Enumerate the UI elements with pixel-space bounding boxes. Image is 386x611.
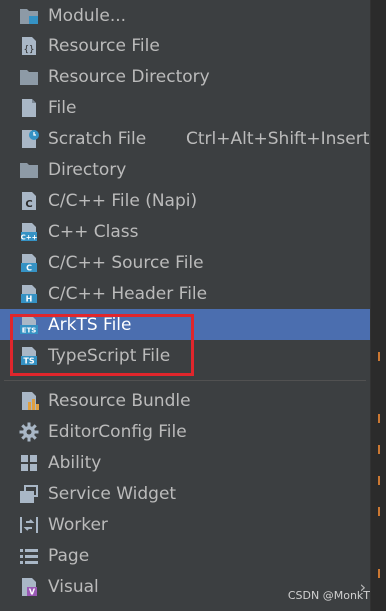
gutter-marker [378, 414, 380, 423]
menu-item-resource-file[interactable]: {} Resource File [0, 30, 370, 61]
menu-item-cpp-class[interactable]: C++ C++ Class [0, 216, 370, 247]
gutter-marker [378, 445, 380, 454]
menu-item-resource-directory[interactable]: Resource Directory [0, 61, 370, 92]
module-folder-icon [18, 5, 40, 27]
menu-item-page[interactable]: Page [0, 540, 370, 571]
menu-item-label: EditorConfig File [48, 421, 187, 442]
menu-item-ability[interactable]: Ability [0, 447, 370, 478]
service-widget-icon [18, 483, 40, 505]
gutter-marker [378, 352, 380, 361]
resource-file-icon: {} [18, 35, 40, 57]
folder-icon [18, 159, 40, 181]
menu-item-label: C/C++ File (Napi) [48, 190, 198, 211]
ability-grid-icon [18, 452, 40, 474]
scratch-file-icon [18, 128, 40, 150]
menu-item-label: File [48, 97, 77, 118]
menu-item-label: Ability [48, 452, 102, 473]
menu-item-label: Resource File [48, 35, 160, 56]
visual-file-icon: V [18, 576, 40, 598]
gutter-marker [378, 507, 380, 516]
menu-item-file[interactable]: File [0, 92, 370, 123]
menu-item-editorconfig-file[interactable]: EditorConfig File [0, 416, 370, 447]
menu-item-label: TypeScript File [48, 345, 171, 366]
menu-item-label: Service Widget [48, 483, 177, 504]
folder-icon [18, 66, 40, 88]
menu-item-label: Resource Bundle [48, 390, 191, 411]
menu-item-scratch-file[interactable]: Scratch File Ctrl+Alt+Shift+Insert [0, 123, 370, 154]
menu-item-label: Page [48, 545, 90, 566]
menu-item-directory[interactable]: Directory [0, 154, 370, 185]
shortcut-label: Ctrl+Alt+Shift+Insert [186, 128, 370, 149]
ets-file-icon: ETS [18, 314, 40, 336]
menu-item-label: Resource Directory [48, 66, 210, 87]
menu-item-label: Worker [48, 514, 108, 535]
resource-bundle-icon [18, 390, 40, 412]
svg-text:C: C [25, 199, 32, 210]
svg-text:H: H [26, 294, 33, 303]
svg-text:C: C [26, 263, 32, 272]
svg-text:V: V [29, 587, 36, 596]
menu-item-label: C/C++ Header File [48, 283, 208, 304]
menu-item-c-cpp-source-file[interactable]: C C/C++ Source File [0, 247, 370, 278]
ts-file-icon: TS [18, 345, 40, 367]
menu-item-typescript-file[interactable]: TS TypeScript File [0, 340, 370, 371]
svg-text:C++: C++ [21, 233, 38, 241]
new-file-context-menu: Module... {} Resource File Resource Dire… [0, 0, 371, 611]
menu-item-c-cpp-header-file[interactable]: H C/C++ Header File [0, 278, 370, 309]
gear-icon [18, 421, 40, 443]
menu-item-label: Module... [48, 5, 127, 26]
page-list-icon [18, 545, 40, 567]
menu-item-worker[interactable]: Worker [0, 509, 370, 540]
menu-item-resource-bundle[interactable]: Resource Bundle [0, 385, 370, 416]
c-source-icon: C [18, 252, 40, 274]
c-file-icon: C [18, 190, 40, 212]
gutter-marker [378, 476, 380, 485]
gutter-marker [378, 569, 380, 578]
menu-item-label: C++ Class [48, 221, 139, 242]
menu-item-c-cpp-file-napi[interactable]: C C/C++ File (Napi) [0, 185, 370, 216]
menu-item-label: Directory [48, 159, 127, 180]
menu-item-label: ArkTS File [48, 314, 132, 335]
menu-item-label: Scratch File [48, 128, 147, 149]
editor-gutter-strip [371, 0, 386, 611]
worker-icon [18, 514, 40, 536]
svg-text:{}: {} [24, 45, 35, 55]
c-header-icon: H [18, 283, 40, 305]
cpp-class-icon: C++ [18, 221, 40, 243]
svg-text:TS: TS [23, 356, 34, 365]
menu-item-module[interactable]: Module... [0, 0, 370, 31]
menu-item-label: Visual [48, 576, 99, 597]
svg-text:ETS: ETS [22, 326, 37, 334]
menu-item-arkts-file[interactable]: ETS ArkTS File [0, 309, 370, 340]
menu-item-label: C/C++ Source File [48, 252, 204, 273]
menu-item-service-widget[interactable]: Service Widget [0, 478, 370, 509]
watermark: CSDN @MonkT [287, 589, 370, 602]
file-icon [18, 97, 40, 119]
menu-separator [4, 380, 366, 381]
